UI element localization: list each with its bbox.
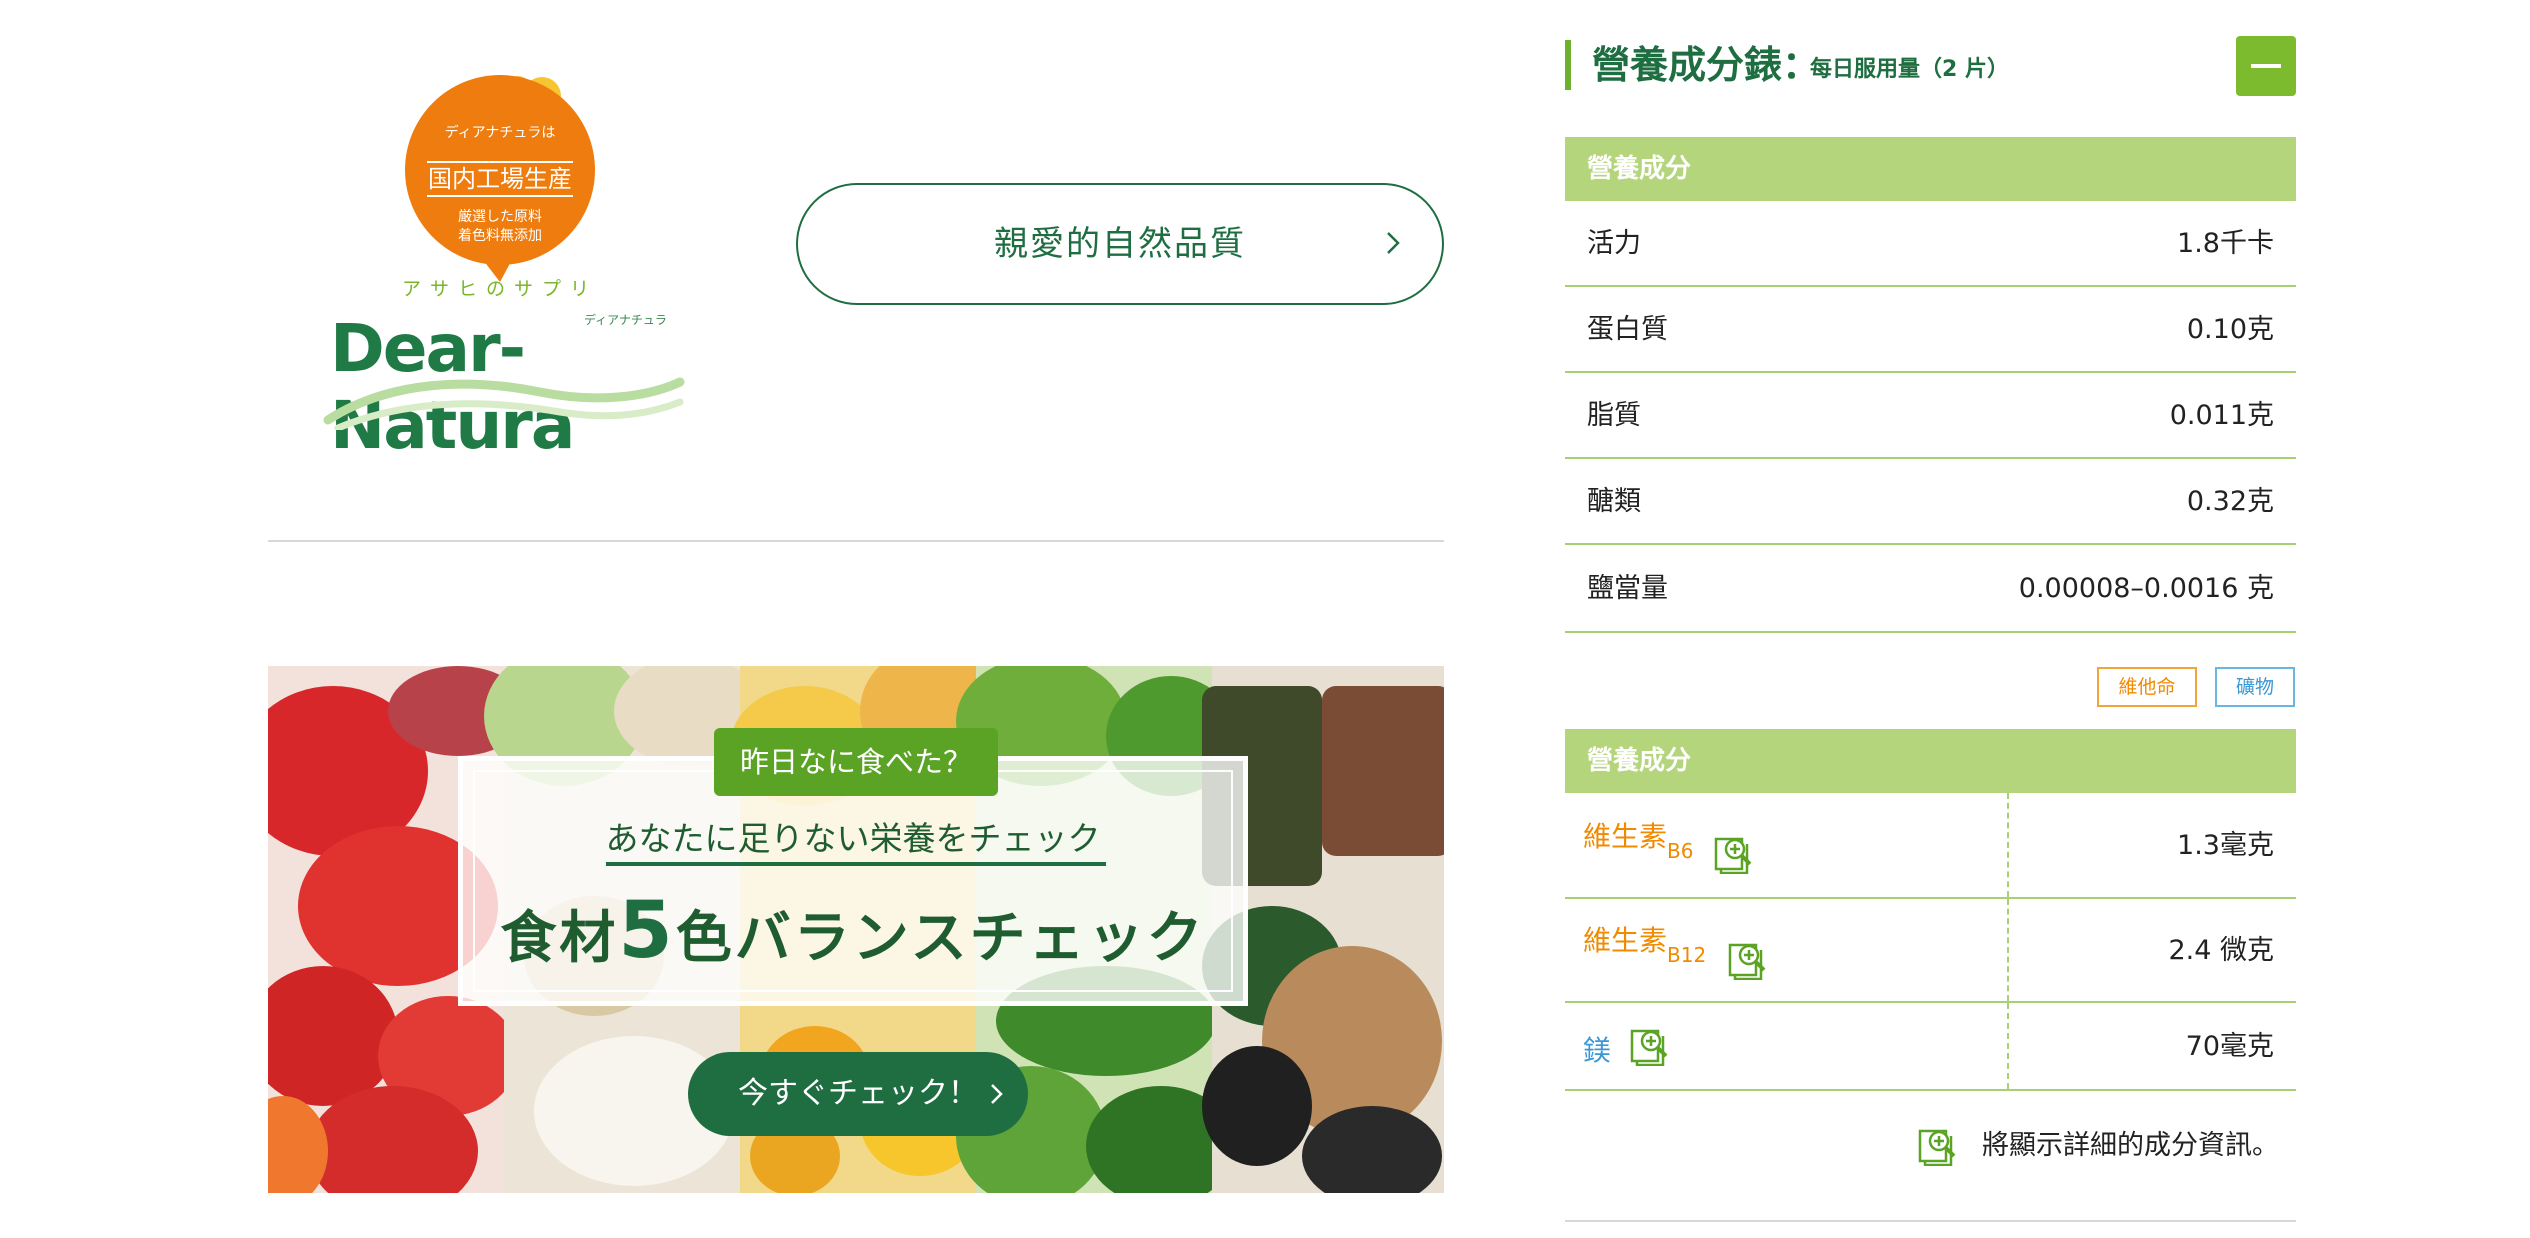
bubble-pretext: ディアナチュラは [444,125,556,141]
nutrient-value: 0.32克 [2186,486,2274,517]
micronutrient-row: 鎂 70毫克 [1565,1003,2296,1091]
brand-tagline: アサヒのサプリ [401,278,598,300]
detail-zoom-icon[interactable] [1629,1024,1671,1066]
detail-zoom-icon[interactable] [1727,938,1769,980]
check-now-button[interactable]: 今すぐチェック！ [688,1052,1028,1136]
collapse-button[interactable] [2236,36,2296,96]
nutrient-value: 0.011克 [2169,400,2274,431]
nutrient-value: 1.8千卡 [2177,228,2274,259]
title-accent-bar [1565,40,1571,90]
banner-heading: 食材5色バランスチェック [458,886,1248,976]
detail-zoom-icon [1918,1129,1956,1166]
nutrition-row: 鹽當量 0.00008–0.0016 克 [1565,545,2296,633]
nutrient-value: 0.10克 [2186,314,2274,345]
nutrient-value: 0.00008–0.0016 克 [2018,573,2274,604]
column-divider [2007,1003,2009,1089]
micronutrient-name: 維生素B6 [1583,820,1694,863]
bubble-main-text: 国内工場生産 [427,161,573,197]
minus-icon [2251,64,2281,68]
micronutrient-value: 1.3毫克 [2177,830,2274,861]
quality-link-button[interactable]: 親愛的自然品質 [796,183,1444,305]
heading-post: 色バランスチェック [675,906,1206,971]
heading-number: 5 [618,886,676,976]
nutrition-row: 活力 1.8千卡 [1565,201,2296,287]
nutrient-name: 鹽當量 [1587,573,1668,604]
legend-vitamin: 維他命 [2097,667,2197,707]
nutrition-table-header: 營養成分 [1565,137,2296,201]
chevron-right-icon [991,1084,1003,1104]
micronutrient-name: 維生素B12 [1583,924,1707,967]
micronutrient-row: 維生素B6 1.3毫克 [1565,793,2296,899]
nutrient-name: 活力 [1587,228,1641,259]
nutrition-row: 醣類 0.32克 [1565,459,2296,545]
logo-bubble: ディアナチュラは 国内工場生産 厳選した原料 着色料無添加 [405,75,595,265]
logo-swoosh [323,377,685,430]
panel-bottom-divider [1565,1220,2296,1222]
nutrition-row: 蛋白質 0.10克 [1565,287,2296,373]
heading-pre: 食材 [500,906,619,971]
column-divider [2007,899,2009,1001]
five-color-check-banner[interactable]: 昨日なに食べた？ あなたに足りない栄養をチェック 食材5色バランスチェック 今す… [268,666,1444,1193]
banner-subheading: あなたに足りない栄養をチェック [605,819,1101,858]
micronutrient-table-header: 營養成分 [1565,729,2296,793]
column-divider [2007,793,2009,897]
micronutrient-name: 鎂 [1583,1034,1612,1067]
micronutrient-value: 2.4 微克 [2168,935,2274,966]
question-label: 昨日なに食べた？ [714,728,998,796]
legend-mineral: 礦物 [2215,667,2295,707]
detail-note: 將顯示詳細的成分資訊。 [1982,1130,2279,1161]
chevron-right-icon [1387,232,1400,254]
nutrient-name: 蛋白質 [1587,314,1668,345]
bubble-line-2: 着色料無添加 [458,228,542,244]
nutrient-name: 醣類 [1587,486,1641,517]
micronutrient-value: 70毫克 [2185,1031,2274,1062]
detail-zoom-icon[interactable] [1713,832,1755,874]
subheading-underline [606,862,1106,866]
nutrient-name: 脂質 [1587,400,1641,431]
section-divider [268,540,1444,542]
bubble-line-1: 厳選した原料 [458,209,542,225]
micronutrient-row: 維生素B12 2.4 微克 [1565,899,2296,1003]
nutrition-title: 營養成分錶： [1592,43,1821,87]
nutrition-subtitle: 每日服用量（2 片） [1810,57,2009,82]
nutrition-row: 脂質 0.011克 [1565,373,2296,459]
dear-natura-logo[interactable]: ディアナチュラは 国内工場生産 厳選した原料 着色料無添加 アサヒのサプリ ディ… [320,60,690,464]
quality-button-label: 親愛的自然品質 [994,224,1246,264]
check-now-label: 今すぐチェック！ [738,1076,978,1111]
